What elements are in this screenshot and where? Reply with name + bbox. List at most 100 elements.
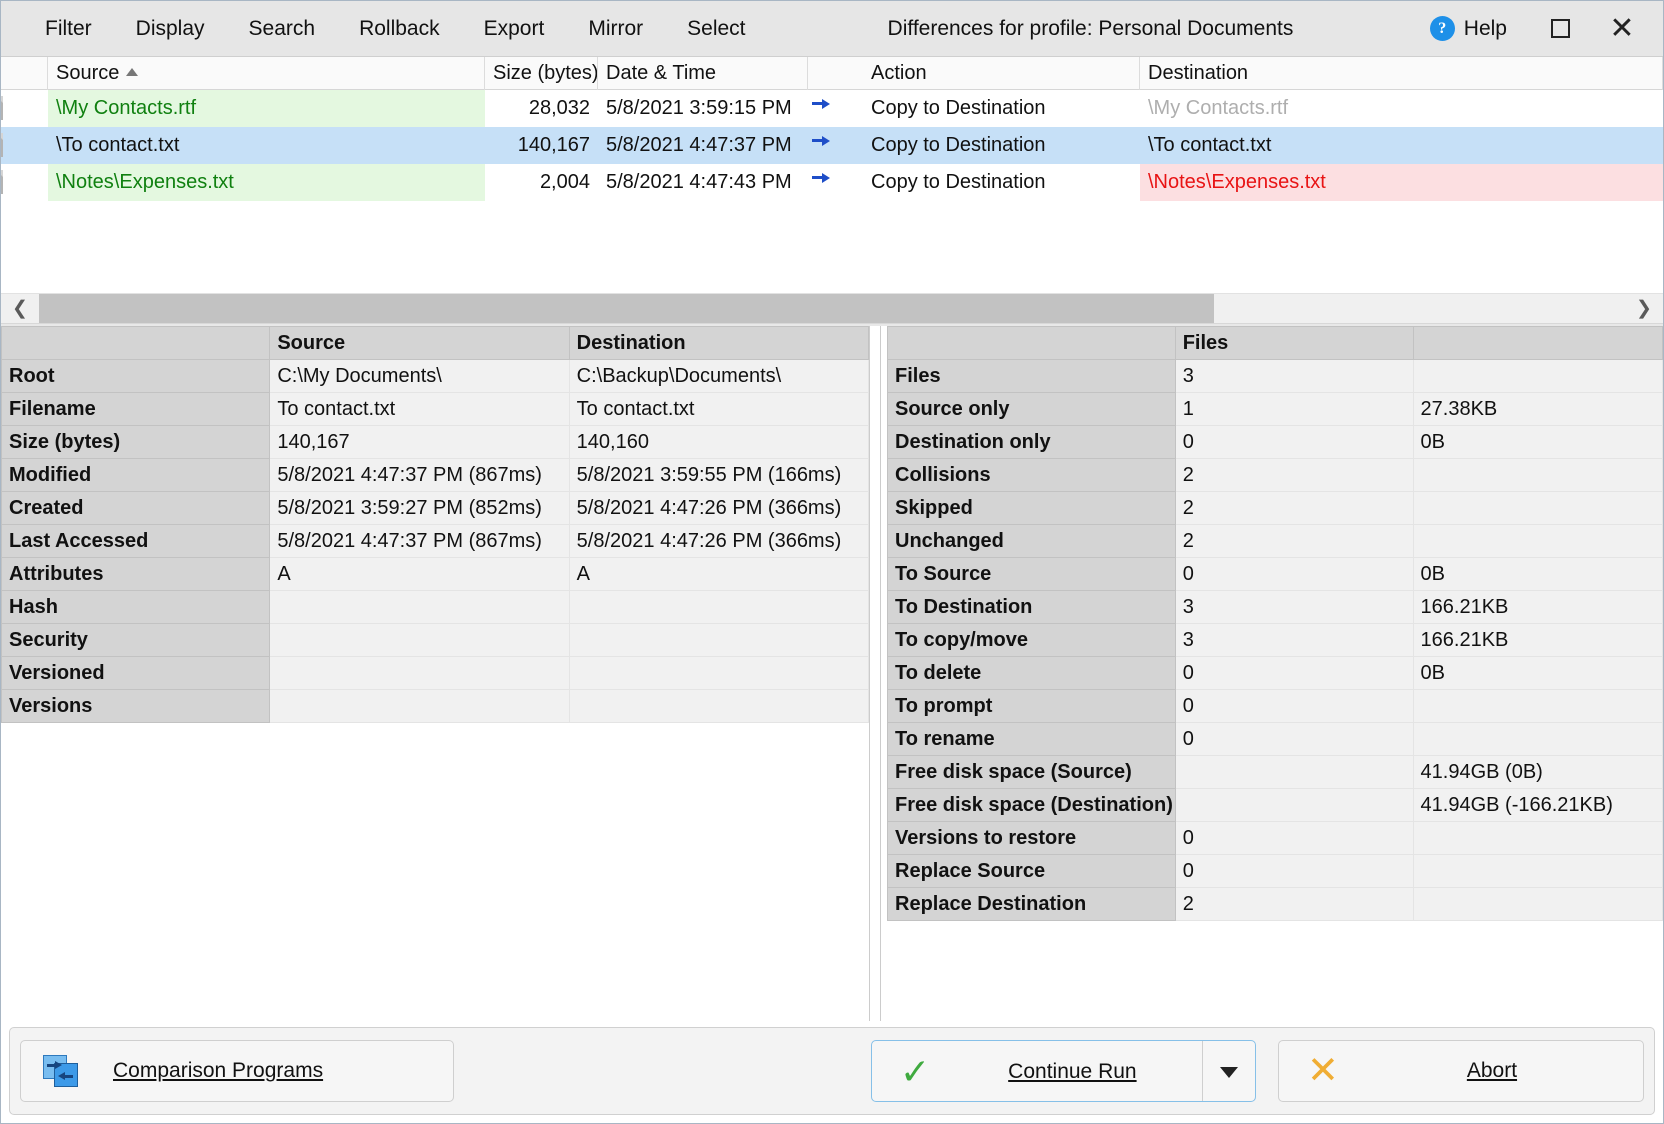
- column-header-destination[interactable]: Destination: [1140, 57, 1663, 90]
- scroll-right-icon[interactable]: ❯: [1625, 294, 1663, 323]
- stats-row-label: To Destination: [887, 590, 1176, 624]
- details-destination-value: [568, 689, 869, 723]
- continue-run-button[interactable]: ✓ Continue Run: [872, 1041, 1202, 1101]
- help-label: Help: [1463, 16, 1507, 40]
- details-destination-value: [568, 656, 869, 690]
- stats-size-value: [1412, 887, 1663, 921]
- menu-item-select[interactable]: Select: [665, 1, 767, 57]
- stats-size-value: 0B: [1412, 656, 1663, 690]
- close-button[interactable]: ✕: [1591, 1, 1653, 57]
- stats-row-label: Destination only: [887, 425, 1176, 459]
- stats-header-blank: [887, 326, 1176, 360]
- stats-row-label: Collisions: [887, 458, 1176, 492]
- details-row-label: Filename: [1, 392, 271, 426]
- cell-size: 2,004: [539, 171, 590, 193]
- stats-row-label: Free disk space (Destination): [887, 788, 1176, 822]
- details-destination-value: 5/8/2021 4:47:26 PM (366ms): [568, 491, 869, 525]
- details-row: Filename To contact.txt To contact.txt: [1, 392, 869, 426]
- menu-item-search[interactable]: Search: [227, 1, 338, 57]
- stats-size-value: 27.38KB: [1412, 392, 1663, 426]
- cell-destination: \My Contacts.rtf: [1148, 97, 1289, 119]
- stats-count-value: 1: [1174, 392, 1414, 426]
- stats-row-label: Skipped: [887, 491, 1176, 525]
- stats-row: Free disk space (Destination) 41.94GB (-1…: [887, 788, 1663, 822]
- details-source-value: [269, 623, 570, 657]
- details-row: Created 5/8/2021 3:59:27 PM (852ms) 5/8/20…: [1, 491, 869, 525]
- file-details-pane: Source Destination Root C:\My Documents\ C…: [1, 326, 869, 1021]
- details-destination-value: A: [568, 557, 869, 591]
- file-list-body: \My Contacts.rtf 28,032 5/8/2021 3:59:15 P…: [1, 90, 1663, 201]
- stats-row: Source only 1 27.38KB: [887, 392, 1663, 426]
- column-header-action-icon: [808, 57, 863, 90]
- menu-item-filter[interactable]: Filter: [23, 1, 114, 57]
- stats-row-label: To prompt: [887, 689, 1176, 723]
- stats-header-row: Files: [887, 326, 1663, 360]
- details-row-label: Hash: [1, 590, 271, 624]
- stats-size-value: [1412, 458, 1663, 492]
- abort-label: Abort: [1466, 1059, 1518, 1082]
- column-header-source[interactable]: Source: [48, 57, 485, 90]
- stats-row-label: Free disk space (Source): [887, 755, 1176, 789]
- stats-count-value: 0: [1174, 821, 1414, 855]
- stats-row: Collisions 2: [887, 458, 1663, 492]
- column-header-datetime[interactable]: Date & Time: [598, 57, 808, 90]
- menu-item-display[interactable]: Display: [114, 1, 227, 57]
- stats-row: Replace Source 0: [887, 854, 1663, 888]
- compare-documents-icon: [43, 1055, 79, 1087]
- title-bar: Filter Display Search Rollback Export Mi…: [1, 1, 1663, 57]
- continue-run-label: Continue Run: [1008, 1060, 1137, 1083]
- scroll-left-icon[interactable]: ❮: [1, 294, 39, 323]
- details-row: Attributes A A: [1, 557, 869, 591]
- maximize-button[interactable]: [1529, 1, 1591, 57]
- column-header-size[interactable]: Size (bytes): [485, 57, 598, 90]
- statistics-table: Files Files 3 Source only 1 27.38KB Destinati…: [887, 326, 1663, 921]
- stats-size-value: [1412, 854, 1663, 888]
- stats-row-label: To delete: [887, 656, 1176, 690]
- cell-source: \My Contacts.rtf: [48, 90, 485, 127]
- column-header-action[interactable]: Action: [863, 57, 1140, 90]
- menu-bar: Filter Display Search Rollback Export Mi…: [1, 1, 768, 56]
- help-button[interactable]: ? Help: [1408, 1, 1529, 56]
- details-destination-value: To contact.txt: [568, 392, 869, 426]
- maximize-icon: [1550, 19, 1570, 38]
- details-source-value: 5/8/2021 4:47:37 PM (867ms): [269, 524, 570, 558]
- stats-row-label: To copy/move: [887, 623, 1176, 657]
- abort-button[interactable]: ✕ Abort: [1278, 1040, 1644, 1102]
- comparison-programs-button[interactable]: Comparison Programs: [20, 1040, 454, 1102]
- menu-item-export[interactable]: Export: [462, 1, 567, 57]
- cell-destination: \Notes\Expenses.txt: [1140, 164, 1663, 201]
- details-source-value: [269, 590, 570, 624]
- scrollbar-track[interactable]: [39, 294, 1625, 323]
- table-row[interactable]: \To contact.txt 140,167 5/8/2021 4:47:37 P…: [1, 127, 1663, 164]
- cell-size: 140,167: [517, 134, 590, 156]
- menu-item-rollback[interactable]: Rollback: [337, 1, 462, 57]
- menu-item-mirror[interactable]: Mirror: [566, 1, 665, 57]
- horizontal-scrollbar[interactable]: ❮ ❯: [1, 293, 1663, 324]
- stats-count-value: 3: [1174, 623, 1414, 657]
- comparison-programs-label: Comparison Programs: [113, 1059, 324, 1082]
- details-row: Modified 5/8/2021 4:47:37 PM (867ms) 5/8/2…: [1, 458, 869, 492]
- pane-splitter[interactable]: [869, 326, 881, 1021]
- stats-size-value: 0B: [1412, 557, 1663, 591]
- stats-size-value: 166.21KB: [1412, 590, 1663, 624]
- differences-file-list[interactable]: Source Size (bytes) Date & Time Action D…: [1, 57, 1663, 293]
- stats-row: Files 3: [887, 359, 1663, 393]
- stats-size-value: [1412, 524, 1663, 558]
- details-row-label: Modified: [1, 458, 271, 492]
- scrollbar-thumb[interactable]: [39, 294, 1214, 323]
- table-row[interactable]: \My Contacts.rtf 28,032 5/8/2021 3:59:15 P…: [1, 90, 1663, 127]
- cell-action: Copy to Destination: [871, 97, 1046, 119]
- details-source-value: A: [269, 557, 570, 591]
- cell-action: Copy to Destination: [871, 171, 1046, 193]
- table-row[interactable]: \Notes\Expenses.txt 2,004 5/8/2021 4:47:43…: [1, 164, 1663, 201]
- stats-count-value: 0: [1174, 689, 1414, 723]
- details-row-label: Created: [1, 491, 271, 525]
- details-row-label: Size (bytes): [1, 425, 271, 459]
- stats-size-value: [1412, 722, 1663, 756]
- details-body: Root C:\My Documents\ C:\Backup\Documents\…: [1, 359, 869, 723]
- stats-row: Skipped 2: [887, 491, 1663, 525]
- details-destination-value: [568, 590, 869, 624]
- continue-run-dropdown-button[interactable]: [1202, 1041, 1255, 1101]
- stats-size-value: 166.21KB: [1412, 623, 1663, 657]
- close-x-icon: ✕: [1307, 1050, 1339, 1092]
